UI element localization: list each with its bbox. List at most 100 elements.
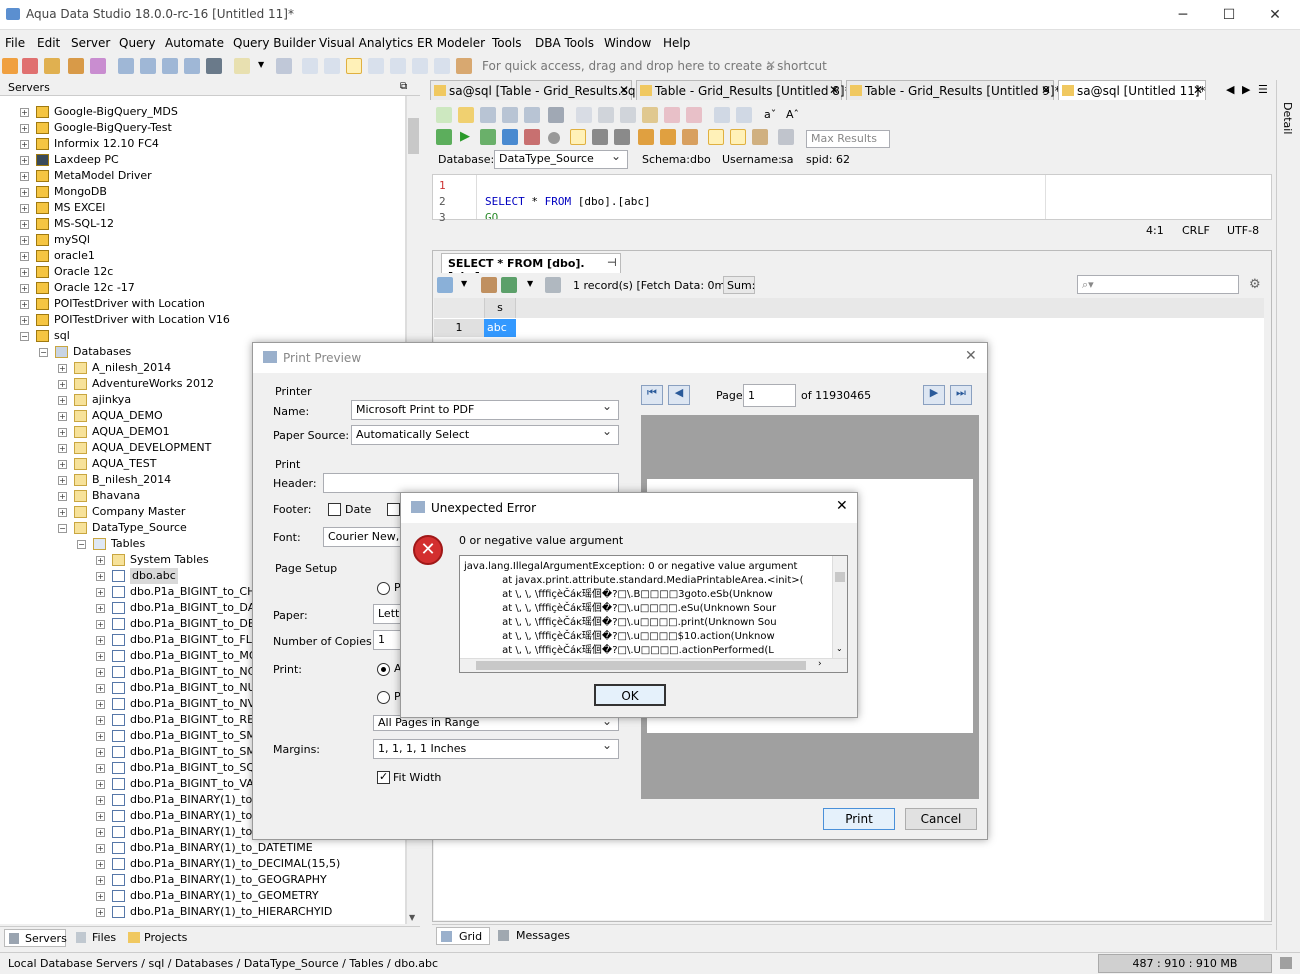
menu-automate[interactable]: Automate	[165, 36, 224, 50]
expand-icon[interactable]: +	[20, 252, 29, 261]
font-decrease-icon[interactable]: aˇ	[764, 108, 776, 121]
grid2-icon[interactable]	[324, 58, 340, 74]
print-all-radio[interactable]	[377, 663, 390, 676]
orientation-radio[interactable]	[377, 582, 390, 595]
find-next-icon[interactable]	[736, 107, 752, 123]
execute-icon[interactable]: ▶	[460, 129, 470, 144]
trace-scroll-down-icon[interactable]: ⌄	[836, 644, 843, 653]
trace-vscroll-thumb[interactable]	[835, 572, 845, 582]
tab-messages[interactable]: Messages	[494, 927, 574, 945]
new-icon[interactable]	[436, 107, 452, 123]
menu-help[interactable]: Help	[663, 36, 690, 50]
date-checkbox[interactable]	[328, 503, 341, 516]
gc-icon[interactable]	[1280, 957, 1292, 969]
ok-button[interactable]: OK	[594, 684, 666, 706]
tab-scroll-left-icon[interactable]: ◀	[1226, 83, 1234, 96]
layout-icon[interactable]	[346, 58, 362, 74]
dropdown-arrow-icon[interactable]: ▼	[527, 279, 533, 288]
tree-node[interactable]: + dbo.P1a_BINARY(1)_to_GEOGRAPHY	[0, 872, 405, 888]
undo-icon[interactable]	[664, 107, 680, 123]
menu-tools[interactable]: Tools	[492, 36, 522, 50]
expand-icon[interactable]: +	[96, 556, 105, 565]
printer-name-select[interactable]: Microsoft Print to PDF	[351, 400, 619, 420]
execution-plan-icon[interactable]	[184, 58, 200, 74]
tab-projects[interactable]: Projects	[124, 929, 190, 947]
tab-close-icon[interactable]: ✕	[829, 83, 839, 97]
expand-icon[interactable]: +	[20, 156, 29, 165]
tree-node[interactable]: + Informix 12.10 FC4	[0, 136, 405, 152]
expand-icon[interactable]: +	[96, 812, 105, 821]
paste-icon[interactable]	[642, 107, 658, 123]
results-grid-icon[interactable]	[708, 129, 724, 145]
results-tab[interactable]: SELECT * FROM [dbo].[abc]⊣	[441, 253, 621, 283]
sql-editor[interactable]: 1 2 3 SELECT * FROM [dbo].[abc] GO	[432, 174, 1272, 224]
max-results-input[interactable]: Max Results	[806, 130, 890, 148]
expand-icon[interactable]: +	[58, 508, 67, 517]
scroll-down-icon[interactable]: ▼	[409, 913, 415, 922]
expand-icon[interactable]: +	[96, 684, 105, 693]
tab-list-icon[interactable]: ☰	[1258, 83, 1268, 96]
tab-grid[interactable]: Grid	[436, 927, 490, 945]
expand-icon[interactable]: +	[58, 428, 67, 437]
next-page-icon[interactable]: ▶	[923, 385, 945, 405]
report-icon[interactable]	[434, 58, 450, 74]
expand-icon[interactable]: +	[58, 492, 67, 501]
tab-untitled-8[interactable]: Table - Grid_Results [Untitled 8]* ✕	[636, 80, 851, 100]
line-ending[interactable]: CRLF	[1182, 224, 1210, 237]
tree-node[interactable]: + dbo.P1a_BINARY(1)_to_HIERARCHYID	[0, 904, 405, 920]
tab-files[interactable]: Files	[72, 929, 120, 947]
monitor-icon[interactable]	[206, 58, 222, 74]
expand-icon[interactable]: +	[20, 316, 29, 325]
tree-node[interactable]: + dbo.P1a_BINARY(1)_to_GEOMETRY	[0, 888, 405, 904]
save-as-icon[interactable]	[502, 107, 518, 123]
excel-icon[interactable]	[501, 277, 517, 293]
tab-close-icon[interactable]: ✕	[619, 83, 629, 97]
trace-vscroll[interactable]: ⌄	[832, 556, 847, 658]
chart-icon[interactable]	[412, 58, 428, 74]
menu-er-modeler[interactable]: ER Modeler	[417, 36, 485, 50]
tab-grid-results-sql[interactable]: sa@sql [Table - Grid_Results.sql] ✕	[430, 80, 644, 100]
hint-close-icon[interactable]: ✕	[766, 58, 776, 72]
expand-icon[interactable]: +	[96, 844, 105, 853]
find-icon[interactable]	[714, 107, 730, 123]
menu-server[interactable]: Server	[71, 36, 110, 50]
expand-icon[interactable]: +	[58, 380, 67, 389]
expand-icon[interactable]: +	[20, 204, 29, 213]
results-text-icon[interactable]	[730, 129, 746, 145]
table-layout-icon[interactable]	[368, 58, 384, 74]
results-tab-icon[interactable]	[752, 129, 768, 145]
fit-width-checkbox[interactable]: ✓	[377, 770, 390, 784]
tree-node[interactable]: + MS EXCEl	[0, 200, 405, 216]
trace-hscroll[interactable]: ›	[460, 658, 847, 672]
tab-close-icon[interactable]: ✕	[1193, 83, 1203, 97]
statistics-icon[interactable]	[682, 129, 698, 145]
expand-icon[interactable]: +	[20, 108, 29, 117]
expand-icon[interactable]: +	[96, 716, 105, 725]
save-icon[interactable]	[480, 107, 496, 123]
copy-icon[interactable]	[620, 107, 636, 123]
explain-icon[interactable]	[638, 129, 654, 145]
expand-icon[interactable]: +	[96, 860, 105, 869]
menu-query[interactable]: Query	[119, 36, 155, 50]
trace-hscroll-thumb[interactable]	[476, 661, 806, 670]
cancel-button[interactable]: Cancel	[905, 808, 977, 830]
prev-page-icon[interactable]: ◀	[668, 385, 690, 405]
stack-trace-box[interactable]: java.lang.IllegalArgumentException: 0 or…	[459, 555, 848, 673]
detail-side-tab[interactable]: Detail	[1281, 102, 1294, 134]
collapse-icon[interactable]: −	[20, 332, 29, 341]
tree-scrollbar-thumb[interactable]	[408, 118, 419, 154]
expand-icon[interactable]: +	[96, 908, 105, 917]
schema-browser-icon[interactable]	[140, 58, 156, 74]
expand-icon[interactable]: +	[58, 460, 67, 469]
expand-icon[interactable]: +	[96, 828, 105, 837]
tab-servers[interactable]: Servers	[4, 929, 67, 947]
tree-node[interactable]: + Oracle 12c	[0, 264, 405, 280]
auto-commit-icon[interactable]	[570, 129, 586, 145]
refresh-icon[interactable]	[545, 277, 561, 293]
restore-panel-icon[interactable]: ⧉	[400, 81, 407, 92]
memory-indicator[interactable]: 487 : 910 : 910 MB	[1098, 954, 1272, 973]
expand-icon[interactable]: +	[58, 476, 67, 485]
expand-icon[interactable]: +	[58, 444, 67, 453]
redo-icon[interactable]	[686, 107, 702, 123]
header-input[interactable]	[323, 473, 619, 493]
